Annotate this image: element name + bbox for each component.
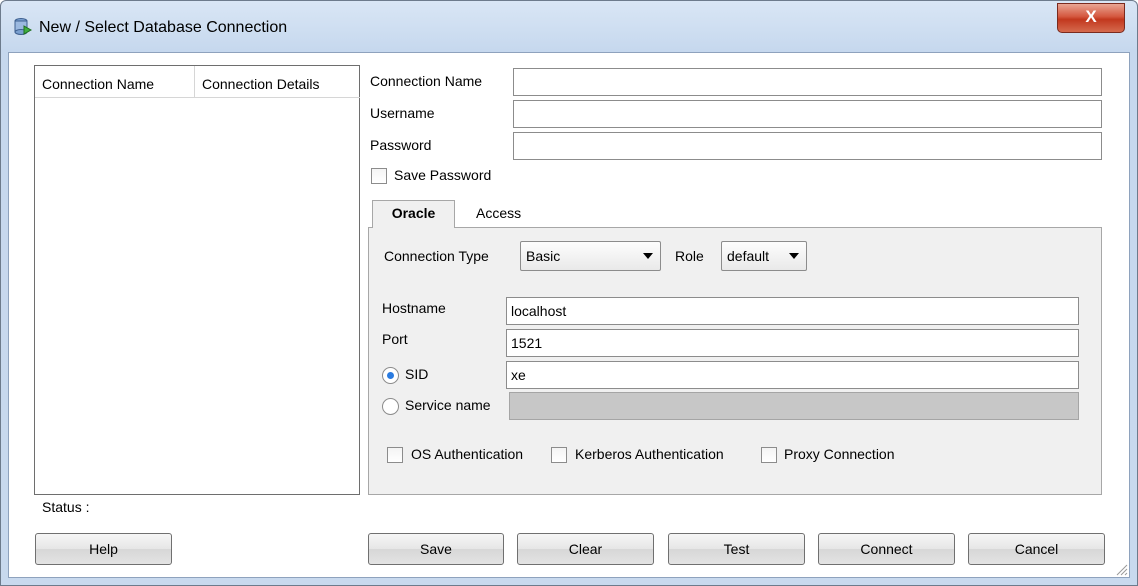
chevron-down-icon [789, 253, 799, 259]
sid-radio[interactable] [382, 367, 399, 384]
connection-list[interactable]: Connection Name Connection Details [34, 65, 360, 495]
connection-name-input[interactable] [513, 68, 1102, 96]
status-label: Status : [42, 499, 90, 515]
hostname-input[interactable]: localhost [506, 297, 1079, 325]
os-authentication-label: OS Authentication [411, 446, 524, 462]
password-input[interactable] [513, 132, 1102, 160]
service-name-input [509, 392, 1079, 420]
help-button[interactable]: Help [35, 533, 172, 565]
proxy-connection-checkbox[interactable] [761, 447, 777, 463]
sid-label: SID [405, 366, 429, 382]
save-password-label: Save Password [394, 167, 492, 183]
port-input[interactable]: 1521 [506, 329, 1079, 357]
tab-access[interactable]: Access [476, 205, 521, 221]
test-button[interactable]: Test [668, 533, 805, 565]
port-label: Port [382, 331, 408, 347]
connection-type-select[interactable]: Basic [520, 241, 661, 271]
database-connect-icon [14, 18, 33, 35]
resize-grip-icon[interactable] [1114, 562, 1128, 576]
password-label: Password [370, 137, 432, 153]
role-select[interactable]: default [721, 241, 807, 271]
kerberos-authentication-checkbox[interactable] [551, 447, 567, 463]
title-bar[interactable]: New / Select Database Connection X [1, 1, 1137, 53]
chevron-down-icon [643, 253, 653, 259]
connection-type-value: Basic [526, 248, 561, 264]
tab-oracle[interactable]: Oracle [372, 200, 455, 228]
service-name-radio[interactable] [382, 398, 399, 415]
kerberos-authentication-label: Kerberos Authentication [575, 446, 724, 462]
proxy-connection-label: Proxy Connection [784, 446, 895, 462]
save-button[interactable]: Save [368, 533, 504, 565]
username-label: Username [370, 105, 435, 121]
username-input[interactable] [513, 100, 1102, 128]
cancel-button[interactable]: Cancel [968, 533, 1105, 565]
os-authentication-checkbox[interactable] [387, 447, 403, 463]
column-header-connection-details[interactable]: Connection Details [195, 66, 360, 98]
connect-button[interactable]: Connect [818, 533, 955, 565]
connection-name-label: Connection Name [370, 73, 483, 89]
sid-input[interactable]: xe [506, 361, 1079, 389]
connection-type-label: Connection Type [384, 248, 489, 264]
save-password-checkbox[interactable] [371, 168, 387, 184]
column-header-connection-name[interactable]: Connection Name [35, 66, 195, 98]
role-label: Role [675, 248, 704, 264]
hostname-label: Hostname [382, 300, 446, 316]
clear-button[interactable]: Clear [517, 533, 654, 565]
service-name-label: Service name [405, 397, 491, 413]
close-icon: X [1085, 7, 1097, 26]
role-value: default [727, 248, 770, 264]
window-title: New / Select Database Connection [39, 19, 288, 36]
close-button[interactable]: X [1057, 3, 1125, 33]
